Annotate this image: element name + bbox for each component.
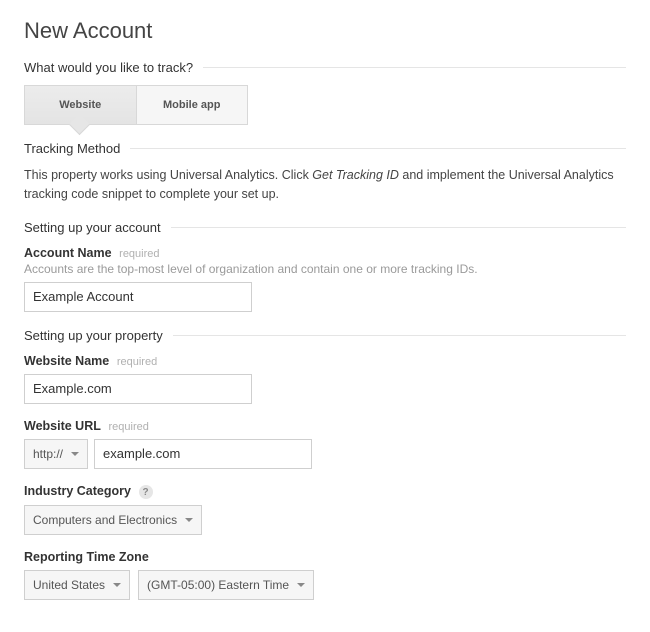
track-section-head: What would you like to track? [24, 60, 626, 75]
tz-value: (GMT-05:00) Eastern Time [147, 578, 289, 592]
account-section-heading: Setting up your account [24, 220, 161, 235]
timezone-field: Reporting Time Zone United States (GMT-0… [24, 549, 626, 600]
website-url-input[interactable] [94, 439, 312, 469]
tab-website[interactable]: Website [25, 86, 137, 124]
required-tag: required [109, 421, 149, 433]
chevron-down-icon [71, 452, 79, 456]
account-name-input[interactable] [24, 282, 252, 312]
tracking-method-head: Tracking Method [24, 141, 626, 156]
tracking-method-desc: This property works using Universal Anal… [24, 166, 626, 204]
divider [130, 148, 626, 149]
track-heading: What would you like to track? [24, 60, 193, 75]
tz-value-dropdown[interactable]: (GMT-05:00) Eastern Time [138, 570, 314, 600]
help-icon[interactable]: ? [139, 485, 153, 499]
account-name-field: Account Name required Accounts are the t… [24, 245, 626, 312]
required-tag: required [119, 248, 159, 260]
divider [203, 67, 626, 68]
track-tabs: Website Mobile app [24, 85, 248, 125]
required-tag: required [117, 356, 157, 368]
industry-dropdown[interactable]: Computers and Electronics [24, 505, 202, 535]
tracking-method-heading: Tracking Method [24, 141, 120, 156]
industry-label: Industry Category [24, 484, 131, 498]
account-name-help: Accounts are the top-most level of organ… [24, 262, 626, 276]
chevron-down-icon [297, 583, 305, 587]
chevron-down-icon [113, 583, 121, 587]
account-name-label: Account Name [24, 246, 112, 260]
protocol-value: http:// [33, 447, 63, 461]
tracking-desc-em: Get Tracking ID [312, 168, 399, 182]
divider [173, 335, 626, 336]
tz-country-value: United States [33, 578, 105, 592]
website-name-label: Website Name [24, 354, 109, 368]
website-name-input[interactable] [24, 374, 252, 404]
account-section-head: Setting up your account [24, 220, 626, 235]
chevron-down-icon [185, 518, 193, 522]
tracking-desc-pre: This property works using Universal Anal… [24, 168, 312, 182]
protocol-dropdown[interactable]: http:// [24, 439, 88, 469]
tz-country-dropdown[interactable]: United States [24, 570, 130, 600]
industry-value: Computers and Electronics [33, 513, 177, 527]
industry-field: Industry Category ? Computers and Electr… [24, 483, 626, 536]
website-url-label: Website URL [24, 419, 101, 433]
page-title: New Account [24, 18, 626, 44]
property-section-heading: Setting up your property [24, 328, 163, 343]
timezone-label: Reporting Time Zone [24, 550, 149, 564]
property-section-head: Setting up your property [24, 328, 626, 343]
divider [171, 227, 626, 228]
tab-mobile-app[interactable]: Mobile app [137, 86, 248, 124]
website-url-field: Website URL required http:// [24, 418, 626, 469]
website-name-field: Website Name required [24, 353, 626, 404]
